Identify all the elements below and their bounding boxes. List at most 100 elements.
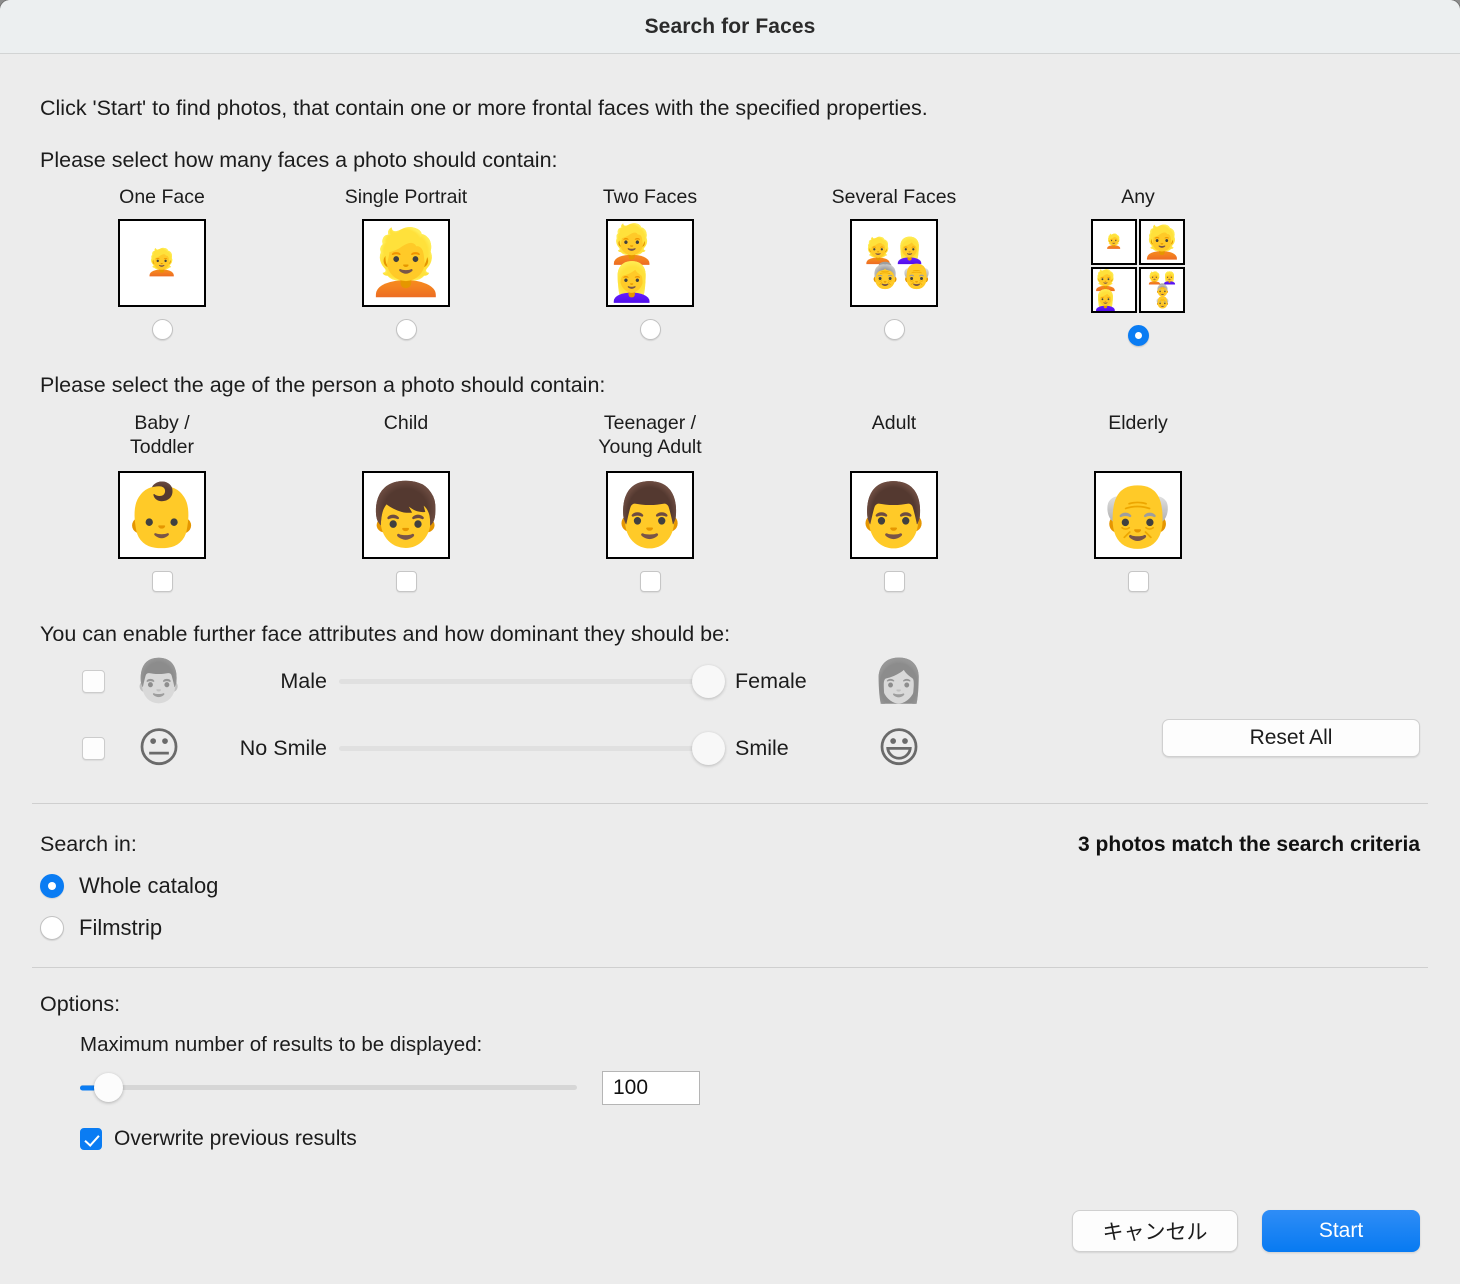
search-in-option-whole-catalog[interactable]: Whole catalog (40, 873, 1420, 899)
any-cell-one-face: 👱 (1091, 219, 1137, 266)
radio-two-faces[interactable] (639, 319, 661, 341)
option-label-line1: Adult (871, 411, 917, 434)
age-option-child[interactable]: Child 👦 (284, 412, 528, 592)
single-portrait-thumbnail: 👱 (362, 219, 450, 308)
attributes-heading: You can enable further face attributes a… (40, 621, 731, 646)
reset-all-button[interactable]: Reset All (1162, 719, 1420, 757)
smile-slider[interactable] (339, 731, 725, 765)
several-faces-thumbnail: 👱👱‍♀️ 👵👴 (850, 219, 938, 308)
match-count-text: 3 photos match the search criteria (1078, 832, 1420, 856)
radio-several-faces[interactable] (883, 319, 905, 341)
face-count-options: One Face 👱 Single Portrait 👱 Two Faces 👱… (40, 186, 1420, 347)
option-label: Several Faces (831, 186, 957, 209)
age-option-baby-toddler[interactable]: Baby / Toddler 👶 (40, 412, 284, 592)
radio-any[interactable] (1127, 325, 1149, 347)
smile-slider-track (339, 745, 721, 751)
adult-thumbnail: 👨 (850, 470, 938, 559)
option-label-line2: Young Adult (598, 435, 702, 458)
face-count-option-any[interactable]: Any 👱 👱 👱👱‍♀️ 👱👱‍♀️ 👵👴 (1016, 186, 1260, 347)
smile-face-icon: 😃 (877, 724, 921, 772)
radio-one-face[interactable] (151, 319, 173, 341)
age-option-teenager-young-adult[interactable]: Teenager / Young Adult 👨 (528, 412, 772, 592)
search-for-faces-dialog: Search for Faces Click 'Start' to find p… (0, 0, 1460, 1284)
face-count-option-several-faces[interactable]: Several Faces 👱👱‍♀️ 👵👴 (772, 186, 1016, 346)
option-label-line1: Child (383, 411, 429, 434)
option-label: Child (384, 412, 428, 464)
search-in-header: Search in: 3 photos match the search cri… (40, 832, 1420, 857)
option-label: Two Faces (602, 186, 698, 209)
checkbox-teenager-young-adult[interactable] (639, 570, 661, 592)
checkbox-adult[interactable] (883, 570, 905, 592)
gender-right-label: Female (735, 668, 807, 693)
female-face-icon: 👩 (872, 657, 926, 705)
checkbox-smile-attribute[interactable] (82, 736, 105, 760)
start-button[interactable]: Start (1262, 1210, 1420, 1252)
any-cell-two-faces: 👱👱‍♀️ (1091, 267, 1137, 314)
gender-slider-track (339, 678, 721, 684)
face-count-option-two-faces[interactable]: Two Faces 👱👱‍♀️ (528, 186, 772, 346)
max-results-label: Maximum number of results to be displaye… (80, 1032, 483, 1056)
gender-slider-knob[interactable] (692, 664, 725, 698)
intro-text: Click 'Start' to find photos, that conta… (40, 96, 928, 120)
male-face-icon: 👨 (132, 657, 186, 705)
face-count-option-single-portrait[interactable]: Single Portrait 👱 (284, 186, 528, 346)
option-label: Adult (872, 412, 916, 464)
teenager-young-adult-thumbnail: 👨 (606, 470, 694, 559)
age-option-adult[interactable]: Adult 👨 (772, 412, 1016, 592)
one-face-thumbnail: 👱 (118, 219, 206, 308)
options-title: Options: (40, 991, 121, 1016)
checkbox-child[interactable] (395, 570, 417, 592)
titlebar: Search for Faces (0, 0, 1460, 54)
gender-slider[interactable] (339, 664, 725, 698)
any-cell-portrait: 👱 (1139, 219, 1185, 266)
search-in-section: Search in: 3 photos match the search cri… (40, 804, 1420, 941)
radio-single-portrait[interactable] (395, 319, 417, 341)
no-smile-face-icon: 😐 (137, 724, 181, 772)
dialog-footer: キャンセル Start (1072, 1210, 1420, 1252)
options-section: Options: Maximum number of results to be… (40, 968, 1420, 1151)
face-count-prompt: Please select how many faces a photo sho… (40, 147, 558, 172)
option-label: Baby / Toddler (130, 412, 194, 464)
two-faces-thumbnail: 👱👱‍♀️ (606, 219, 694, 308)
radio-label: Filmstrip (79, 914, 163, 940)
option-label-line2: Toddler (130, 435, 194, 458)
any-thumbnail-grid: 👱 👱 👱👱‍♀️ 👱👱‍♀️ 👵👴 (1091, 219, 1185, 314)
option-label: Any (1121, 186, 1155, 209)
checkbox-overwrite-previous-results[interactable] (80, 1127, 102, 1150)
smile-slider-knob[interactable] (692, 731, 725, 765)
overwrite-label: Overwrite previous results (114, 1126, 357, 1150)
overwrite-previous-results-row[interactable]: Overwrite previous results (80, 1127, 1420, 1151)
checkbox-baby-toddler[interactable] (151, 570, 173, 592)
cancel-button[interactable]: キャンセル (1072, 1210, 1238, 1252)
age-prompt: Please select the age of the person a ph… (40, 373, 606, 398)
child-thumbnail: 👦 (362, 470, 450, 559)
radio-filmstrip[interactable] (40, 915, 64, 940)
option-label-line1: Teenager / (603, 411, 697, 434)
checkbox-elderly[interactable] (1127, 570, 1149, 592)
checkbox-gender-attribute[interactable] (82, 669, 105, 693)
option-label: Teenager / Young Adult (598, 412, 701, 464)
max-results-slider[interactable] (80, 1073, 577, 1103)
search-in-label: Search in: (40, 831, 137, 856)
face-count-option-one-face[interactable]: One Face 👱 (40, 186, 284, 346)
max-results-slider-track (80, 1085, 577, 1091)
dialog-body: Click 'Start' to find photos, that conta… (0, 54, 1460, 1284)
max-results-row: 100 (80, 1070, 1420, 1105)
elderly-thumbnail: 👴 (1094, 470, 1182, 559)
option-label-line1: Elderly (1108, 411, 1168, 434)
option-label: One Face (119, 186, 205, 209)
search-in-option-filmstrip[interactable]: Filmstrip (40, 915, 1420, 941)
dialog-title: Search for Faces (644, 14, 816, 38)
option-label: Single Portrait (344, 186, 468, 209)
gender-left-label: Male (280, 668, 327, 693)
any-cell-several-faces: 👱👱‍♀️ 👵👴 (1139, 267, 1185, 314)
max-results-slider-knob[interactable] (93, 1073, 123, 1103)
attribute-row-gender: 👨 Male Female 👩 (40, 649, 1420, 714)
radio-label: Whole catalog (79, 872, 219, 898)
age-options: Baby / Toddler 👶 Child 👦 Teenager / Young … (40, 412, 1420, 592)
option-label-line1: Baby / (134, 411, 190, 434)
age-option-elderly[interactable]: Elderly 👴 (1016, 412, 1260, 592)
radio-whole-catalog[interactable] (40, 873, 64, 898)
option-label: Elderly (1108, 412, 1168, 464)
max-results-input[interactable]: 100 (602, 1070, 700, 1105)
